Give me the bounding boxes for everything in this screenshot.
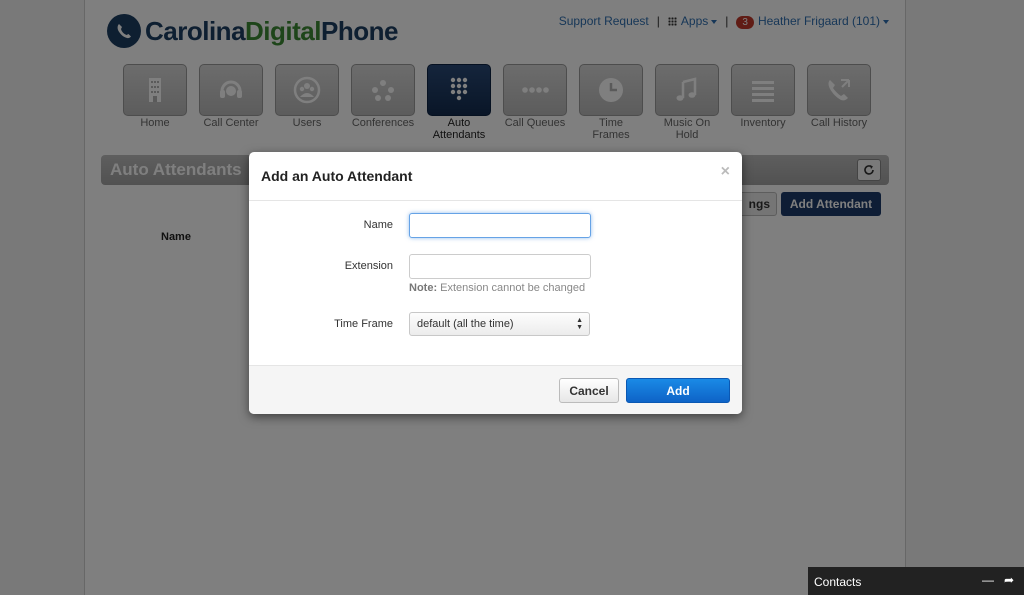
time-frame-label: Time Frame	[334, 318, 393, 330]
add-auto-attendant-dialog: Add an Auto Attendant × Name Extension N…	[249, 152, 742, 414]
extension-label: Extension	[344, 260, 393, 272]
name-input[interactable]	[409, 213, 591, 238]
note-text: Extension cannot be changed	[437, 282, 586, 294]
modal-title: Add an Auto Attendant	[261, 168, 413, 184]
time-frame-value: default (all the time)	[417, 318, 514, 330]
extension-note: Note: Extension cannot be changed	[409, 282, 585, 294]
cancel-button[interactable]: Cancel	[559, 378, 619, 403]
popout-arrow-icon[interactable]: ➦	[1004, 573, 1014, 587]
time-frame-select[interactable]: default (all the time) ▲ ▼	[409, 312, 590, 336]
select-arrows-icon: ▲ ▼	[576, 317, 583, 331]
add-button[interactable]: Add	[626, 378, 730, 403]
name-label: Name	[363, 219, 393, 231]
modal-header: Add an Auto Attendant ×	[249, 152, 742, 201]
close-icon[interactable]: ×	[721, 163, 730, 181]
contacts-bar[interactable]: Contacts — ➦	[808, 567, 1024, 595]
note-label: Note:	[409, 282, 438, 294]
minimize-icon[interactable]: —	[982, 573, 994, 587]
contacts-label: Contacts	[814, 575, 862, 589]
extension-input[interactable]	[409, 254, 591, 279]
modal-footer: Cancel Add	[249, 365, 742, 414]
